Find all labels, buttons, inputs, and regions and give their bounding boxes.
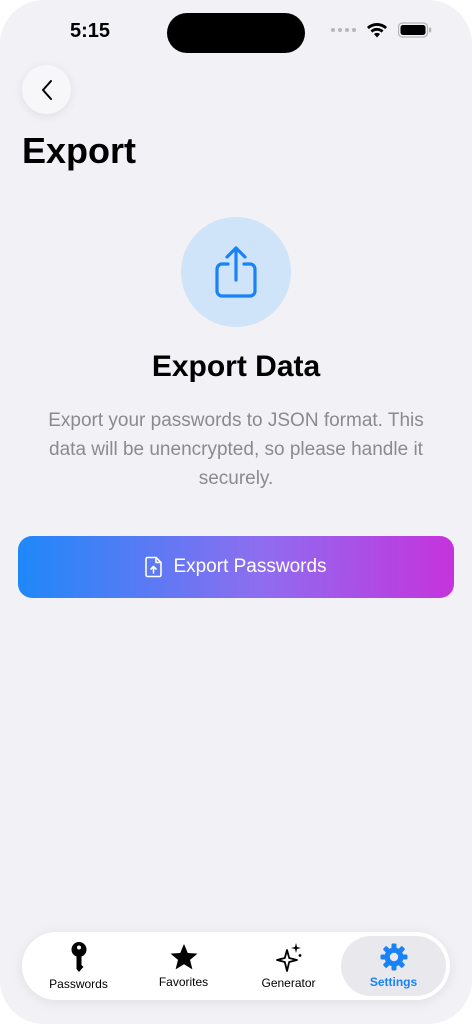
export-passwords-label: Export Passwords bbox=[173, 556, 327, 577]
gear-icon bbox=[380, 943, 407, 971]
dynamic-island bbox=[167, 13, 305, 53]
tab-bar: Passwords Favorites Generator Settings bbox=[22, 932, 450, 1000]
status-time: 5:15 bbox=[70, 20, 111, 42]
battery-icon bbox=[398, 22, 432, 38]
document-upload-icon bbox=[145, 556, 163, 578]
back-button[interactable] bbox=[22, 65, 71, 114]
tab-favorites[interactable]: Favorites bbox=[131, 936, 236, 996]
app-screen: 5:15 Export Export Data Export your pass… bbox=[0, 0, 472, 1024]
sparkles-icon bbox=[275, 943, 301, 972]
chevron-left-icon bbox=[41, 79, 52, 100]
export-hero-badge bbox=[181, 217, 291, 327]
wifi-icon bbox=[367, 23, 387, 38]
export-description: Export your passwords to JSON format. Th… bbox=[48, 410, 424, 489]
export-passwords-button[interactable]: Export Passwords bbox=[18, 536, 454, 598]
share-icon bbox=[215, 246, 257, 298]
tab-label-generator: Generator bbox=[261, 976, 316, 990]
tab-label-settings: Settings bbox=[369, 975, 418, 989]
key-icon bbox=[71, 942, 86, 972]
tab-generator[interactable]: Generator bbox=[236, 936, 341, 996]
status-icons bbox=[331, 22, 432, 38]
tab-settings[interactable]: Settings bbox=[341, 936, 446, 996]
tab-label-favorites: Favorites bbox=[158, 975, 209, 989]
page-title: Export bbox=[22, 130, 137, 171]
tab-passwords[interactable]: Passwords bbox=[26, 936, 131, 996]
star-icon bbox=[170, 944, 197, 970]
tab-label-passwords: Passwords bbox=[49, 977, 108, 991]
cellular-signal-icon bbox=[331, 28, 356, 32]
section-title: Export Data bbox=[151, 350, 321, 383]
